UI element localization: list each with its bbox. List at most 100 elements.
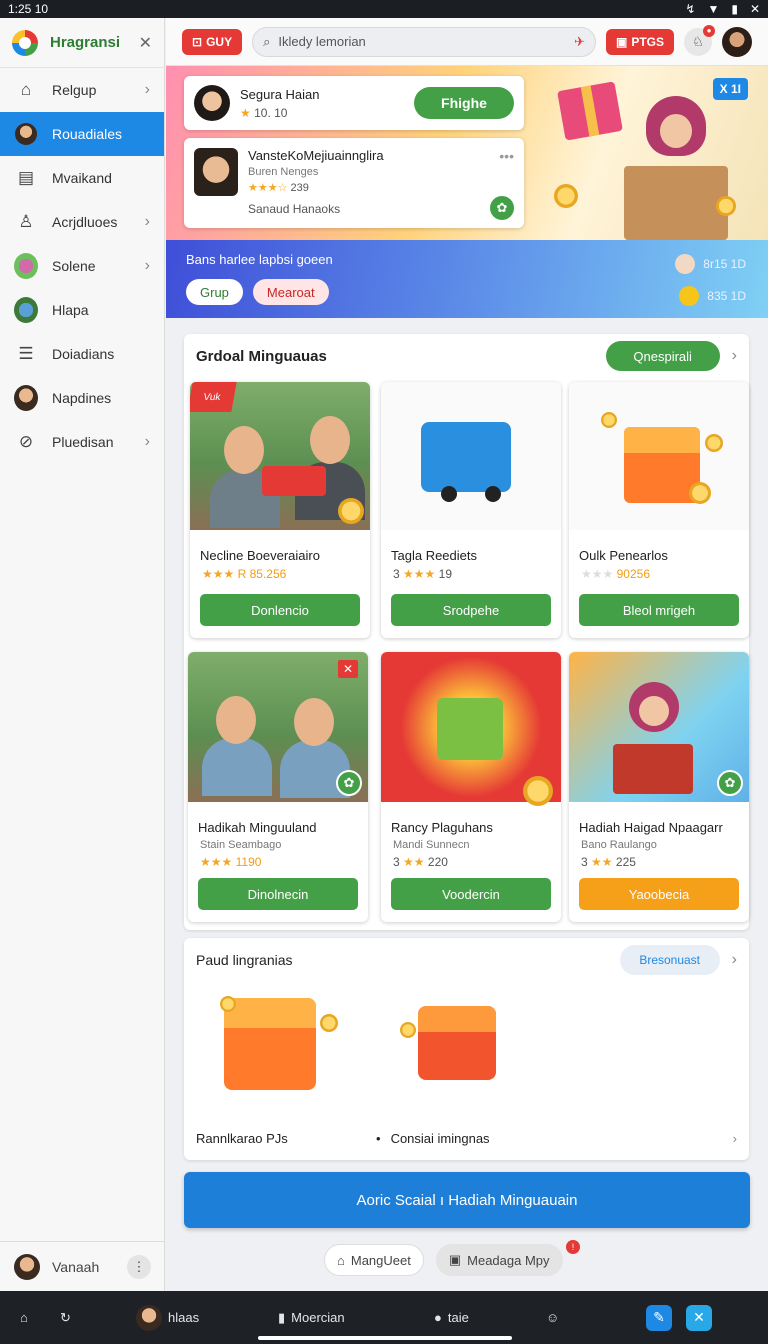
product-name: Hadiah Haigad Npaagarr xyxy=(579,820,723,835)
share-icon[interactable]: ✿ xyxy=(717,770,743,796)
sidebar-item-mvaikand[interactable]: ▤ Mvaikand xyxy=(0,156,164,200)
home-icon: ⌂ xyxy=(337,1252,345,1268)
sidebar-item-label: Napdines xyxy=(52,390,112,406)
brand: Hragransi ✕ xyxy=(0,18,164,68)
sidebar-item-label: Acrjdluoes xyxy=(52,214,118,230)
user-card-segura[interactable]: Segura Haian ★ 10. 10 Fhighe xyxy=(184,76,524,130)
product-rating: 90256 xyxy=(616,567,650,581)
nav-item-moercian[interactable]: ▮ Moercian xyxy=(278,1310,434,1326)
sidebar-item-doiadians[interactable]: ☰ Doiadians xyxy=(0,332,164,376)
close-icon[interactable]: ✕ xyxy=(686,1304,712,1331)
product-button[interactable]: Bleol mrigeh xyxy=(579,594,739,626)
product-button[interactable]: Voodercin xyxy=(391,878,551,910)
secondary-buttons: ⌂ MangUeet ▣ Meadaga Mpy xyxy=(324,1244,563,1276)
card-sub: Buren Nenges xyxy=(248,166,319,178)
star-rating-icon: ★★★☆ xyxy=(248,182,288,194)
star-rating-icon: ★★ xyxy=(591,855,613,869)
user-icon: ♙ xyxy=(18,212,34,231)
product-button[interactable]: Dinolnecin xyxy=(198,878,358,910)
coin-icon xyxy=(716,196,736,216)
refresh-nav-icon[interactable]: ↻ xyxy=(60,1310,136,1326)
sidebar-item-label: Relgup xyxy=(52,82,97,98)
product-button[interactable]: Srodpehe xyxy=(391,594,551,626)
person-head xyxy=(216,696,256,744)
chevron-right-icon[interactable]: › xyxy=(733,1131,737,1146)
search-input[interactable]: ⌕ Ikledy lemorian ✈ xyxy=(252,26,596,57)
product-image: Vuk xyxy=(190,382,370,530)
coin-icon xyxy=(554,184,578,208)
gift-lid-shape xyxy=(418,1006,496,1032)
close-icon[interactable]: ✕ xyxy=(750,2,760,16)
ptgs-chip[interactable]: ▣ PTGS xyxy=(605,28,674,55)
product-button[interactable]: Yaoobecia xyxy=(579,878,739,910)
product-card[interactable]: ✕ ✿ Hadikah Minguuland Stain Seambago ★★… xyxy=(188,652,368,922)
meadaga-button[interactable]: ▣ Meadaga Mpy xyxy=(435,1244,563,1276)
product-card[interactable]: Vuk Necline Boeveraiairo ★★★ R 85.256 Do… xyxy=(190,382,370,638)
stat-2-value: 835 1D xyxy=(707,289,746,303)
messages-nav-icon[interactable]: ☺ xyxy=(546,1310,646,1325)
mangueet-button[interactable]: ⌂ MangUeet xyxy=(324,1244,424,1276)
sidebar-item-relgup[interactable]: ⌂ Relgup › xyxy=(0,68,164,112)
product-image xyxy=(381,652,561,806)
product-name: Necline Boeveraiairo xyxy=(200,548,320,563)
app-logo-icon xyxy=(12,29,38,56)
product-button[interactable]: Donlencio xyxy=(200,594,360,626)
status-time: 1:25 xyxy=(8,2,32,16)
gift-box-image xyxy=(437,698,503,760)
product-card[interactable]: Oulk Penearlos ★★★ 90256 Bleol mrigeh xyxy=(569,382,749,638)
person-face xyxy=(639,696,669,726)
qnespirali-button[interactable]: Qnespirali xyxy=(605,341,720,371)
fhighe-button[interactable]: Fhighe xyxy=(414,87,514,119)
star-rating-icon: ★★ xyxy=(403,855,425,869)
products-panel: Grdoal Minguauas Qnespirali › Vuk Neclin… xyxy=(184,334,749,930)
sidebar-item-label: Hlapa xyxy=(52,302,89,318)
notification-button[interactable]: ♘ ● xyxy=(684,24,715,56)
bullet-icon: • xyxy=(376,1131,381,1146)
avatar xyxy=(14,122,38,146)
tag-icon: ⊡ xyxy=(192,34,203,49)
close-banner-button[interactable]: X 1I xyxy=(712,78,748,100)
avatar xyxy=(14,253,38,279)
product-image: ✕ ✿ xyxy=(188,652,368,802)
home-nav-icon[interactable]: ⌂ xyxy=(20,1310,60,1325)
sidebar-item-napdines[interactable]: Napdines xyxy=(0,376,164,420)
sidebar-item-pluedisan[interactable]: ⊘ Pluedisan › xyxy=(0,420,164,464)
chevron-right-icon[interactable]: › xyxy=(732,347,737,365)
guy-chip[interactable]: ⊡ GUY xyxy=(182,28,243,55)
primary-cta-button[interactable]: Aoric Scaial ı Hadiah Minguauain xyxy=(184,1172,750,1228)
close-sidebar-icon[interactable]: ✕ xyxy=(139,33,152,53)
ptgs-chip-label: PTGS xyxy=(631,34,664,49)
chevron-right-icon[interactable]: › xyxy=(732,951,737,969)
bresonuast-button[interactable]: Bresonuast xyxy=(619,945,720,975)
gift-basket-image xyxy=(613,744,693,794)
product-card[interactable]: Tagla Reediets 3 ★★★ 19 Srodpehe xyxy=(381,382,561,638)
product-card[interactable]: ✿ Hadiah Haigad Npaagarr Bano Raulango 3… xyxy=(569,652,749,922)
edit-icon[interactable]: ✎ xyxy=(646,1304,672,1331)
gift-icon: ▣ xyxy=(448,1252,462,1267)
gift-box-image xyxy=(557,81,623,141)
sidebar-item-solene[interactable]: Solene › xyxy=(0,244,164,288)
status-extra: 10 xyxy=(34,2,49,16)
sidebar-item-hlapa[interactable]: Hlapa xyxy=(0,288,164,332)
sidebar-footer[interactable]: Vanaah ⋮ xyxy=(0,1241,165,1291)
share-icon[interactable]: ✿ xyxy=(336,770,362,796)
more-icon[interactable]: ⋮ xyxy=(127,1254,151,1279)
card-footer: Sanaud Hanaoks xyxy=(248,202,341,216)
wifi-icon: ▼ xyxy=(707,2,720,16)
product-card[interactable]: Rancy Plaguhans Mandi Sunnecn 3 ★★ 220 V… xyxy=(381,652,561,922)
profile-avatar[interactable] xyxy=(722,26,752,57)
avatar xyxy=(14,297,38,323)
nav-item-hlaas[interactable]: hlaas xyxy=(136,1304,278,1331)
close-icon[interactable]: ✕ xyxy=(338,660,358,678)
gift-basket-image xyxy=(624,166,728,240)
share-icon[interactable]: ✿ xyxy=(490,196,514,220)
chevron-right-icon: › xyxy=(144,81,150,98)
nav-item-taie[interactable]: ● taie xyxy=(434,1310,546,1325)
mearoat-pill[interactable]: Mearoat xyxy=(252,279,329,305)
sidebar-item-rouadiales[interactable]: Rouadiales xyxy=(0,112,164,156)
sidebar-item-acrjdluoes[interactable]: ♙ Acrjdluoes › xyxy=(0,200,164,244)
grup-pill[interactable]: Grup xyxy=(186,279,243,305)
notification-badge: ● xyxy=(703,24,715,37)
nav-item-label: Moercian xyxy=(291,1310,345,1325)
user-card-vanste[interactable]: VansteKoMejiuainnglira Buren Nenges ★★★☆… xyxy=(184,138,524,228)
